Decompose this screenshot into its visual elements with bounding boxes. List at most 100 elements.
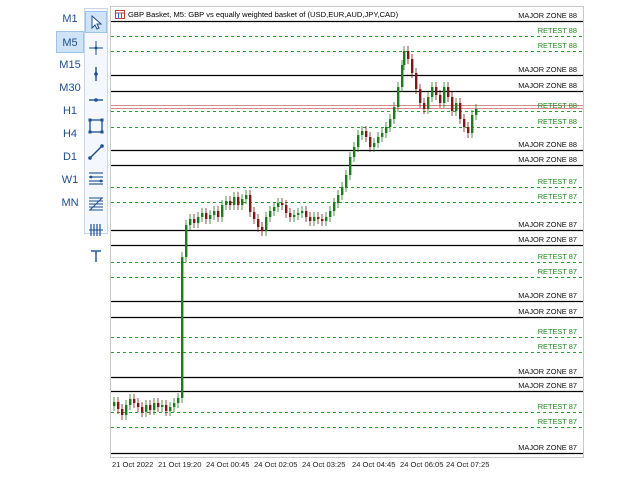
candle-body <box>161 405 164 407</box>
candle-body <box>297 213 300 215</box>
text-tool-button[interactable] <box>85 245 107 267</box>
candle-body <box>129 399 132 405</box>
fibonacci-tool-button[interactable] <box>85 193 107 215</box>
chart-title: GBP Basket, M5: GBP vs equally weighted … <box>128 10 399 19</box>
crosshair-tool-button[interactable] <box>85 37 107 59</box>
candle-body <box>273 207 276 211</box>
candle-body <box>381 133 384 137</box>
candle-body <box>141 407 144 412</box>
retest-label: RETEST 88 <box>537 117 577 126</box>
candle-body <box>317 217 320 219</box>
left-panel <box>0 0 56 480</box>
channel-tool-button[interactable] <box>85 167 107 189</box>
timeframe-mn-button[interactable]: MN <box>56 192 84 214</box>
time-axis: 21 Oct 2022 21 Oct 19:20 24 Oct 00:45 24 Oc… <box>110 459 584 473</box>
major-zone-label: MAJOR ZONE 87 <box>518 443 577 452</box>
candle-body <box>329 211 332 217</box>
candle-body <box>321 219 324 221</box>
retest-label: RETEST 88 <box>537 26 577 35</box>
candle-body <box>237 197 240 205</box>
candle-body <box>137 403 140 407</box>
candle-body <box>385 127 388 133</box>
retest-label: RETEST 88 <box>537 41 577 50</box>
trendline-icon <box>88 144 104 160</box>
channel-icon <box>89 172 103 185</box>
major-zone-label: MAJOR ZONE 88 <box>518 65 577 74</box>
candle-body <box>313 217 316 221</box>
candle-body <box>345 175 348 187</box>
candle-body <box>439 95 442 103</box>
candle-body <box>153 403 156 410</box>
candle-body <box>435 87 438 95</box>
timeframe-h4-button[interactable]: H4 <box>56 123 84 145</box>
rectangle-tool-button[interactable] <box>85 115 107 137</box>
timeframe-m5-button[interactable]: M5 <box>56 31 84 53</box>
candle-body <box>285 205 288 213</box>
candle-body <box>337 195 340 203</box>
candle-body <box>377 137 380 143</box>
candle-body <box>233 197 236 205</box>
candle-body <box>261 227 264 231</box>
candle-body <box>415 73 418 89</box>
candle-body <box>411 59 414 73</box>
candle-body <box>177 398 180 403</box>
candle-body <box>451 97 454 111</box>
candle-body <box>423 103 426 109</box>
time-axis-label: 24 Oct 04:45 <box>352 460 396 469</box>
retest-label: RETEST 87 <box>537 252 577 261</box>
major-zone-label: MAJOR ZONE 87 <box>518 367 577 376</box>
candle-body <box>197 217 200 223</box>
gann-tool-button[interactable] <box>85 219 107 241</box>
candle-body <box>471 115 474 133</box>
candle-body <box>369 137 372 147</box>
candle-body <box>121 409 124 415</box>
retest-label: RETEST 87 <box>537 327 577 336</box>
candle-body <box>427 97 430 109</box>
time-axis-label: 24 Oct 03:25 <box>302 460 346 469</box>
drawing-toolbar <box>84 8 108 262</box>
chart-window-icon <box>115 10 125 19</box>
chart-window[interactable]: GBP Basket, M5: GBP vs equally weighted … <box>110 6 584 458</box>
candle-body <box>205 213 208 219</box>
candle-body <box>361 131 364 135</box>
timeframe-m15-button[interactable]: M15 <box>56 54 84 76</box>
candle-body <box>397 87 400 107</box>
candle-body <box>145 405 148 412</box>
candle-body <box>241 199 244 205</box>
candle-body <box>185 225 188 257</box>
timeframe-m1-button[interactable]: M1 <box>56 8 84 30</box>
trendline-tool-button[interactable] <box>85 141 107 163</box>
timeframe-toolbar: M1 M5 M15 M30 H1 H4 D1 W1 MN <box>56 8 84 215</box>
major-zone-label: MAJOR ZONE 88 <box>518 81 577 90</box>
candle-body <box>301 211 304 213</box>
candle-body <box>245 195 248 199</box>
timeframe-h1-button[interactable]: H1 <box>56 100 84 122</box>
time-axis-label: 24 Oct 06:05 <box>400 460 444 469</box>
candle-body <box>249 195 252 212</box>
candle-body <box>117 402 120 409</box>
major-zone-label: MAJOR ZONE 88 <box>518 155 577 164</box>
price-chart[interactable] <box>111 7 584 458</box>
candle-body <box>201 213 204 217</box>
timeframe-w1-button[interactable]: W1 <box>56 169 84 191</box>
candle-body <box>467 127 470 133</box>
candle-body <box>157 403 160 407</box>
vertical-line-icon <box>94 67 98 81</box>
retest-label: RETEST 87 <box>537 177 577 186</box>
candle-body <box>125 405 128 415</box>
chart-header: GBP Basket, M5: GBP vs equally weighted … <box>115 10 398 19</box>
cursor-tool-button[interactable] <box>85 11 107 33</box>
candle-body <box>365 131 368 137</box>
candle-body <box>475 109 478 115</box>
gann-icon <box>89 224 103 236</box>
timeframe-m30-button[interactable]: M30 <box>56 77 84 99</box>
candle-body <box>253 212 256 219</box>
vertical-line-tool-button[interactable] <box>85 63 107 85</box>
candle-body <box>289 213 292 217</box>
text-icon <box>91 250 101 262</box>
candle-body <box>389 119 392 127</box>
timeframe-d1-button[interactable]: D1 <box>56 146 84 168</box>
retest-label: RETEST 87 <box>537 192 577 201</box>
horizontal-line-tool-button[interactable] <box>85 89 107 111</box>
time-axis-label: 24 Oct 07:25 <box>446 460 490 469</box>
